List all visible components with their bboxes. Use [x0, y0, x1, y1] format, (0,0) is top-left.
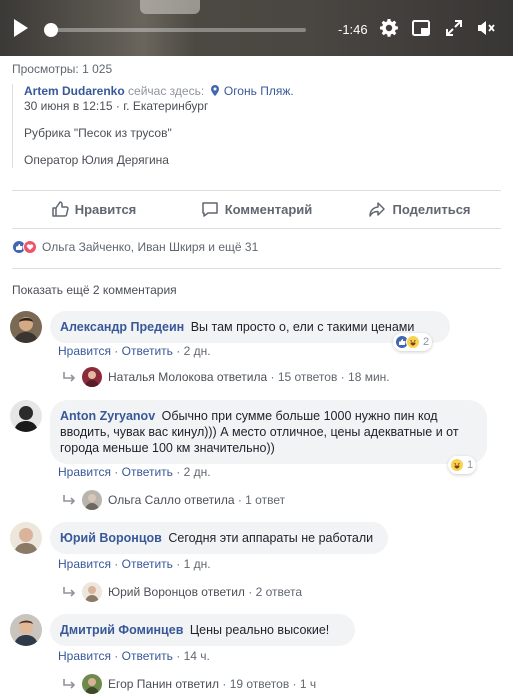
post-author-link[interactable]: Artem Dudarenko [24, 84, 125, 98]
comment-reply-link[interactable]: Ответить [122, 465, 173, 479]
comment-button[interactable]: Комментарий [175, 192, 338, 226]
reply-author: Наталья Молокова ответила [108, 370, 268, 384]
reply-count: 15 ответов [277, 370, 338, 384]
comment-text: Вы там просто о, ели с такими ценами [190, 320, 415, 334]
avatar[interactable] [82, 490, 102, 510]
post-location-link[interactable]: Огонь Пляж. [224, 84, 294, 98]
avatar[interactable] [10, 311, 42, 343]
comment-button-label: Комментарий [224, 201, 313, 217]
replies-summary[interactable]: Наталья Молокова ответила · 15 ответов ·… [62, 367, 390, 387]
share-button[interactable]: Поделиться [338, 192, 501, 226]
post-text-line-1: Рубрика "Песок из трусов" [24, 126, 172, 140]
comment-meta: Нравится · Ответить · 2 дн. [58, 465, 211, 479]
reply-time: 18 мин. [348, 370, 390, 384]
divider [12, 190, 501, 191]
views-count: Просмотры: 1 025 [12, 62, 113, 76]
comment-author-link[interactable]: Дмитрий Фоминцев [60, 623, 183, 637]
avatar[interactable] [10, 400, 42, 432]
comment-time[interactable]: 2 дн. [184, 344, 211, 358]
avatar[interactable] [82, 367, 102, 387]
post-actions-bar: Нравится Комментарий Поделиться [12, 192, 501, 226]
comment-reply-link[interactable]: Ответить [122, 344, 173, 358]
comment-author-link[interactable]: Александр Предеин [60, 320, 184, 334]
comment-reply-link[interactable]: Ответить [122, 649, 173, 663]
fullscreen-icon[interactable] [444, 18, 464, 38]
reply-time: 1 ч [299, 677, 317, 691]
comment-like-link[interactable]: Нравится [58, 344, 111, 358]
pip-icon[interactable] [411, 18, 431, 38]
comment-author-link[interactable]: Anton Zyryanov [60, 409, 155, 423]
avatar[interactable] [82, 674, 102, 694]
replies-summary[interactable]: Юрий Воронцов ответил · 2 ответа [62, 582, 302, 602]
avatar[interactable] [82, 582, 102, 602]
comment-reply-link[interactable]: Ответить [122, 557, 173, 571]
comment-like-link[interactable]: Нравится [58, 649, 111, 663]
video-progress-track[interactable] [50, 28, 306, 32]
comment-bubble: Anton Zyryanov Обычно при сумме больше 1… [50, 400, 487, 464]
comment-time[interactable]: 14 ч. [184, 649, 210, 663]
reply-arrow-icon [63, 372, 76, 382]
comment-time[interactable]: 1 дн. [184, 557, 211, 571]
comment-reactions[interactable]: 2 [393, 333, 433, 351]
share-button-label: Поделиться [392, 201, 471, 217]
post-header-line: Artem Dudarenko сейчас здесь: Огонь Пляж… [24, 84, 312, 99]
comment-bubble: Александр Предеин Вы там просто о, ели с… [50, 311, 450, 343]
video-scrubber-handle[interactable] [44, 23, 58, 37]
comment-like-link[interactable]: Нравится [58, 557, 111, 571]
avatar[interactable] [10, 522, 42, 554]
comment-bubble: Юрий Воронцов Сегодня эти аппараты не ра… [50, 522, 388, 554]
play-icon[interactable] [14, 19, 28, 37]
comment-meta: Нравится · Ответить · 1 дн. [58, 557, 211, 571]
reply-author: Егор Панин ответил [108, 677, 220, 691]
divider [12, 268, 501, 269]
comment-author-link[interactable]: Юрий Воронцов [60, 531, 162, 545]
reply-arrow-icon [63, 587, 76, 597]
video-frame-highlight [140, 0, 200, 14]
replies-summary[interactable]: Ольга Салло ответила · 1 ответ [62, 490, 285, 510]
post-description: Artem Dudarenko сейчас здесь: Огонь Пляж… [12, 84, 312, 168]
post-status-text: сейчас здесь: [128, 84, 205, 98]
comment-text: Цены реально высокие! [189, 623, 330, 637]
comment-time[interactable]: 2 дн. [184, 465, 211, 479]
comment-meta: Нравится · Ответить · 14 ч. [58, 649, 210, 663]
reply-arrow-icon [63, 679, 76, 689]
comment-bubble: Дмитрий Фоминцев Цены реально высокие! [50, 614, 355, 646]
reactions-summary[interactable]: Ольга Зайченко, Иван Шкиря и ещё 31 [12, 240, 258, 254]
video-time-remaining: -1:46 [338, 22, 368, 37]
haha-icon [406, 335, 420, 349]
divider [12, 228, 501, 229]
reactions-text: Ольга Зайченко, Иван Шкиря и ещё 31 [42, 240, 259, 254]
share-arrow-icon [369, 202, 386, 217]
show-more-comments-link[interactable]: Показать ещё 2 комментария [12, 283, 177, 297]
reply-count: 19 ответов [229, 677, 290, 691]
reaction-count: 1 [467, 459, 474, 471]
like-button-label: Нравится [74, 201, 137, 217]
volume-muted-icon[interactable] [476, 18, 496, 38]
avatar[interactable] [10, 614, 42, 646]
reply-count: 1 ответ [245, 493, 286, 507]
reply-arrow-icon [63, 495, 76, 505]
love-icon [23, 240, 37, 254]
reply-count: 2 ответа [255, 585, 303, 599]
reply-author: Юрий Воронцов ответил [108, 585, 245, 599]
comment-meta: Нравится · Ответить · 2 дн. [58, 344, 211, 358]
reply-author: Ольга Салло ответила [108, 493, 235, 507]
thumbs-up-icon [51, 201, 69, 217]
post-text-line-2: Оператор Юлия Дерягина [24, 153, 169, 167]
haha-icon [450, 458, 464, 472]
post-date-line: 30 июня в 12:15 · г. Екатеринбург [24, 99, 209, 113]
comment-like-link[interactable]: Нравится [58, 465, 111, 479]
comment-reactions[interactable]: 1 [448, 456, 477, 474]
replies-summary[interactable]: Егор Панин ответил · 19 ответов · 1 ч [62, 674, 316, 694]
location-pin-icon [210, 85, 219, 96]
like-button[interactable]: Нравится [12, 192, 175, 226]
reaction-count: 2 [423, 336, 430, 348]
video-player[interactable]: -1:46 [0, 0, 513, 56]
gear-icon[interactable] [379, 18, 399, 38]
comment-text: Сегодня эти аппараты не работали [168, 531, 374, 545]
speech-bubble-icon [201, 202, 218, 217]
